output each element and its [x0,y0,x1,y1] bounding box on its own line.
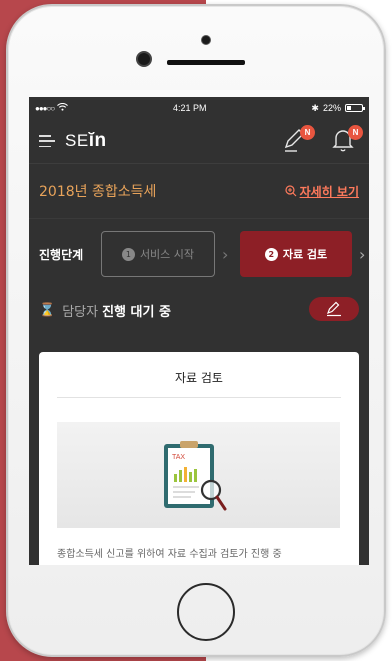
app-logo: SEĭn [65,130,107,151]
progress-steps: 진행단계 1 서비스 시작 › 2 자료 검토 › [29,219,369,289]
hourglass-icon: ⌛ [39,302,56,318]
progress-label: 진행단계 [39,247,84,262]
front-camera [136,51,152,67]
pen-icon [326,301,341,317]
tax-document-icon: TAX [164,441,227,511]
notification-badge: N [348,125,363,140]
alarm-button[interactable]: N [331,125,363,157]
status-time: 4:21 PM [173,103,207,113]
chevron-right-icon[interactable]: › [359,245,365,264]
battery-percent: 22% [322,103,341,113]
wifi-icon [57,102,69,113]
edit-button[interactable] [309,297,359,321]
status-bar: ●●●○○ 4:21 PM ✱ 22% [29,97,369,119]
tax-title-row: 2018년 종합소득세 자세히 보기 [29,164,369,219]
step-label: 서비스 시작 [139,248,195,261]
notification-badge: N [300,125,315,140]
sensor-dot [201,35,211,45]
review-card: 자료 검토 TAX 종합소득세 신고를 위하여 자료 수집과 검토가 진행 중 [39,352,359,565]
step-number: 2 [264,247,278,261]
bluetooth-icon: ✱ [311,102,319,113]
step-data-review[interactable]: 2 자료 검토 [240,231,352,277]
phone-screen: ●●●○○ 4:21 PM ✱ 22% SEĭn N N 2018년 종합소득세… [29,97,369,565]
step-service-start[interactable]: 1 서비스 시작 [101,231,215,277]
page-title: 2018년 종합소득세 [39,184,157,200]
chevron-right-icon: › [222,245,229,264]
status-row: ⌛ 담당자 진행 대기 중 [29,289,369,331]
hamburger-menu-icon[interactable] [39,135,55,147]
card-description: 종합소득세 신고를 위하여 자료 수집과 검토가 진행 중 [57,549,282,560]
card-title: 자료 검토 [57,352,341,398]
speaker-grille [167,60,245,65]
battery-icon [344,104,365,112]
step-label: 자료 검토 [282,248,328,261]
status-text: 진행 대기 중 [102,304,171,320]
document-review-illustration: TAX [57,422,340,528]
signal-icon: ●●●○○ [35,103,55,113]
svg-text:TAX: TAX [172,454,185,461]
app-header: SEĭn N N [29,119,369,164]
zoom-in-icon [285,185,297,197]
step-number: 1 [121,247,135,261]
detail-view-link[interactable]: 자세히 보기 [285,183,359,200]
status-owner: 담당자 [62,304,99,320]
home-button[interactable] [177,583,235,641]
edit-notification-button[interactable]: N [283,125,315,157]
